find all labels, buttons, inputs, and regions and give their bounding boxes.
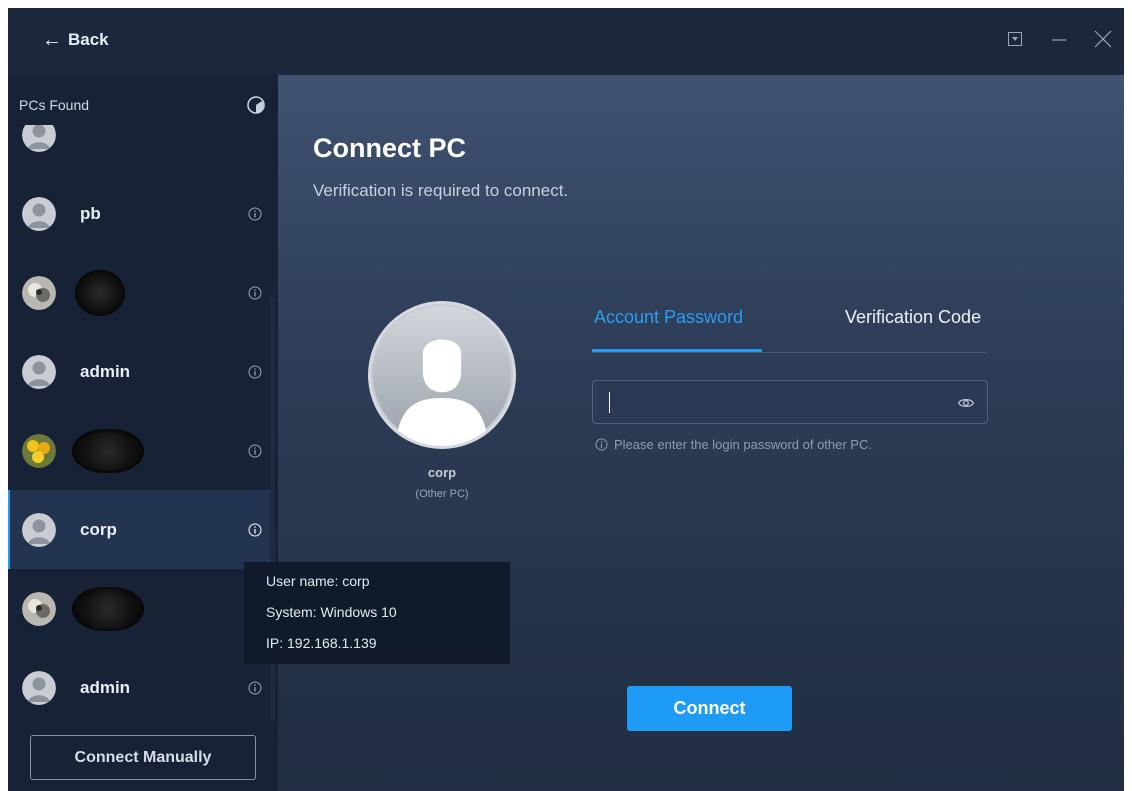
pc-list-item[interactable] xyxy=(8,253,270,332)
close-button[interactable] xyxy=(1092,28,1114,50)
obscured-name xyxy=(72,586,144,631)
pc-list-item[interactable]: pb xyxy=(8,174,270,253)
default-avatar-icon xyxy=(22,125,56,152)
pc-list-item[interactable] xyxy=(8,569,270,648)
page-title: Connect PC xyxy=(313,133,467,163)
eye-icon[interactable] xyxy=(957,394,975,412)
tooltip-system: System: Windows 10 xyxy=(266,604,397,620)
tooltip-ip: IP: 192.168.1.139 xyxy=(266,635,377,651)
photo-avatar-icon xyxy=(22,275,56,310)
password-hint-text: Please enter the login password of other… xyxy=(614,437,872,452)
minimize-icon xyxy=(1052,39,1066,41)
pc-name: admin xyxy=(80,361,131,381)
pc-list: pb admin corp admin xyxy=(8,125,278,725)
tab-account-password[interactable]: Account Password xyxy=(594,307,743,328)
arrow-left-icon: ← xyxy=(42,29,62,51)
pc-info-tooltip: User name: corp System: Windows 10 IP: 1… xyxy=(244,562,510,664)
info-icon[interactable] xyxy=(248,681,262,695)
password-field[interactable] xyxy=(592,380,988,424)
password-hint: Please enter the login password of other… xyxy=(595,437,872,452)
default-avatar-icon xyxy=(22,196,56,231)
title-bar: ← Back xyxy=(8,8,1124,75)
tab-verification-code[interactable]: Verification Code xyxy=(845,307,981,328)
photo-avatar-icon xyxy=(22,591,56,626)
target-pc-name: corp xyxy=(427,465,457,480)
connect-manually-button[interactable]: Connect Manually xyxy=(30,735,256,780)
pc-list-item[interactable] xyxy=(8,411,270,490)
tooltip-username: User name: corp xyxy=(266,573,370,589)
app-window: ← Back PCs Found pb admin corp admin Con… xyxy=(8,8,1124,791)
pcs-found-label: PCs Found xyxy=(19,97,90,113)
connect-button[interactable]: Connect xyxy=(627,686,792,731)
pc-list-sidebar: PCs Found pb admin corp admin Connect Ma… xyxy=(8,75,278,791)
default-avatar-icon xyxy=(22,354,56,389)
info-icon[interactable] xyxy=(248,207,262,221)
back-label: Back xyxy=(68,30,109,49)
info-icon xyxy=(595,438,608,451)
target-pc-type: (Other PC) xyxy=(415,488,469,500)
info-icon[interactable] xyxy=(248,286,262,300)
pc-list-item[interactable]: admin xyxy=(8,648,270,725)
text-caret xyxy=(609,392,610,413)
window-controls xyxy=(1004,28,1114,50)
active-tab-indicator xyxy=(592,349,762,352)
obscured-name xyxy=(72,428,144,473)
target-avatar-icon xyxy=(368,301,516,449)
pc-list-item[interactable]: admin xyxy=(8,332,270,411)
info-icon[interactable] xyxy=(248,365,262,379)
photo-avatar-icon xyxy=(22,433,56,468)
default-avatar-icon xyxy=(22,670,56,705)
dropdown-box-icon xyxy=(1008,32,1022,46)
page-subtitle: Verification is required to connect. xyxy=(313,181,569,200)
pc-name: admin xyxy=(80,677,131,697)
back-button[interactable]: ← Back xyxy=(42,30,109,50)
connect-pc-panel: Connect PC Verification is required to c… xyxy=(278,75,1124,791)
info-icon[interactable] xyxy=(248,523,262,537)
close-icon xyxy=(1094,30,1112,48)
default-avatar-icon xyxy=(22,512,56,547)
auth-tabs: Account Password Verification Code xyxy=(592,307,986,353)
pc-list-viewport: pb admin corp admin xyxy=(8,125,278,725)
password-input[interactable] xyxy=(605,389,945,417)
pc-list-item-selected[interactable]: corp xyxy=(8,490,270,569)
pc-name: corp xyxy=(80,519,117,539)
obscured-name xyxy=(75,269,125,316)
info-icon[interactable] xyxy=(248,444,262,458)
refresh-icon[interactable] xyxy=(246,95,266,115)
pc-name: pb xyxy=(80,203,101,223)
minimize-button[interactable] xyxy=(1048,28,1070,50)
dropdown-box-button[interactable] xyxy=(1004,28,1026,50)
pc-list-item[interactable] xyxy=(8,125,270,174)
